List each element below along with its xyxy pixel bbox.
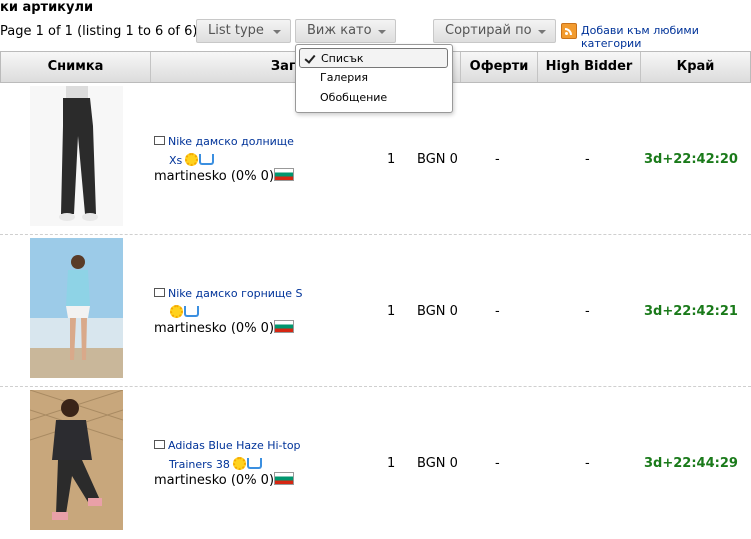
product-photo[interactable]	[30, 238, 123, 378]
bid-count: -	[495, 304, 500, 319]
cart-icon[interactable]	[199, 154, 215, 165]
view-menu-item-summary[interactable]: Обобщение	[299, 88, 448, 108]
product-photo[interactable]	[30, 390, 123, 530]
sun-icon	[170, 305, 183, 318]
high-bidder: -	[585, 152, 590, 167]
view-as-dropdown[interactable]: Виж като	[295, 19, 396, 43]
caret-down-icon	[273, 30, 281, 34]
view-menu-item-label: Галерия	[320, 71, 368, 84]
high-bidder: -	[585, 304, 590, 319]
seller-info[interactable]: martinesko (0% 0)	[154, 168, 295, 184]
rss-icon[interactable]	[561, 23, 577, 39]
page-heading: ки артикули	[0, 0, 94, 15]
bulgaria-flag-icon	[274, 472, 295, 485]
sun-icon	[232, 457, 246, 470]
price: BGN 0	[417, 304, 458, 319]
product-photo[interactable]	[30, 86, 123, 226]
sort-by-dropdown[interactable]: Сортирай по	[433, 19, 556, 43]
time-left: 3d+22:42:21	[644, 304, 738, 319]
time-left: 3d+22:44:29	[644, 456, 738, 471]
view-as-label: Виж като	[307, 23, 372, 38]
price: BGN 0	[417, 152, 458, 167]
seller-name[interactable]: martinesko (0% 0)	[154, 169, 274, 184]
sort-by-label: Сортирай по	[445, 23, 532, 38]
column-header-high-bidder[interactable]: High Bidder	[538, 52, 641, 82]
sun-icon	[185, 153, 199, 166]
view-as-menu: Списък Галерия Обобщение	[295, 44, 453, 113]
column-header-bids[interactable]: Оферти	[461, 52, 538, 82]
time-left: 3d+22:42:20	[644, 152, 738, 167]
pagination-info: Page 1 of 1 (listing 1 to 6 of 6)	[0, 24, 198, 39]
link-icon	[154, 288, 165, 297]
checkmark-icon	[304, 52, 316, 64]
bid-count: -	[495, 456, 500, 471]
quantity: 1	[387, 152, 396, 167]
title-line-1[interactable]: Nike дамско долнище	[168, 135, 294, 148]
title-line-1[interactable]: Adidas Blue Haze Hi-top	[168, 439, 301, 452]
caret-down-icon	[538, 30, 546, 34]
quantity: 1	[387, 304, 396, 319]
link-icon	[154, 136, 165, 145]
cart-icon[interactable]	[246, 458, 262, 469]
seller-name[interactable]: martinesko (0% 0)	[154, 321, 274, 336]
bid-count: -	[495, 152, 500, 167]
table-row: Adidas Blue Haze Hi-top Trainers 38 mart…	[0, 387, 751, 539]
title-line-2[interactable]: Trainers 38	[169, 458, 230, 471]
price: BGN 0	[417, 456, 458, 471]
listing-title-link[interactable]: Nike дамско горнище S	[154, 284, 303, 322]
list-type-dropdown[interactable]: List type	[196, 19, 291, 43]
view-menu-item-gallery[interactable]: Галерия	[299, 68, 448, 88]
add-favorite-category-link[interactable]: Добави към любими категории	[581, 24, 751, 50]
seller-info[interactable]: martinesko (0% 0)	[154, 472, 295, 488]
caret-down-icon	[378, 30, 386, 34]
seller-name[interactable]: martinesko (0% 0)	[154, 473, 274, 488]
listing-title-link[interactable]: Adidas Blue Haze Hi-top Trainers 38	[154, 436, 301, 474]
title-line-1[interactable]: Nike дамско горнище S	[168, 287, 303, 300]
view-menu-item-list[interactable]: Списък	[299, 48, 448, 68]
quantity: 1	[387, 456, 396, 471]
high-bidder: -	[585, 456, 590, 471]
bulgaria-flag-icon	[274, 168, 295, 181]
column-header-photo[interactable]: Снимка	[1, 52, 151, 82]
listing-title-link[interactable]: Nike дамско долнище Xs	[154, 132, 294, 170]
seller-info[interactable]: martinesko (0% 0)	[154, 320, 295, 336]
column-header-ends[interactable]: Край	[641, 52, 750, 82]
table-row: Nike дамско горнище S martinesko (0% 0) …	[0, 235, 751, 387]
view-menu-item-label: Списък	[321, 52, 364, 65]
view-menu-item-label: Обобщение	[320, 91, 388, 104]
link-icon	[154, 440, 165, 449]
list-type-label: List type	[208, 23, 264, 38]
title-line-2[interactable]: Xs	[169, 154, 182, 167]
cart-icon[interactable]	[184, 306, 199, 317]
bulgaria-flag-icon	[274, 320, 295, 333]
